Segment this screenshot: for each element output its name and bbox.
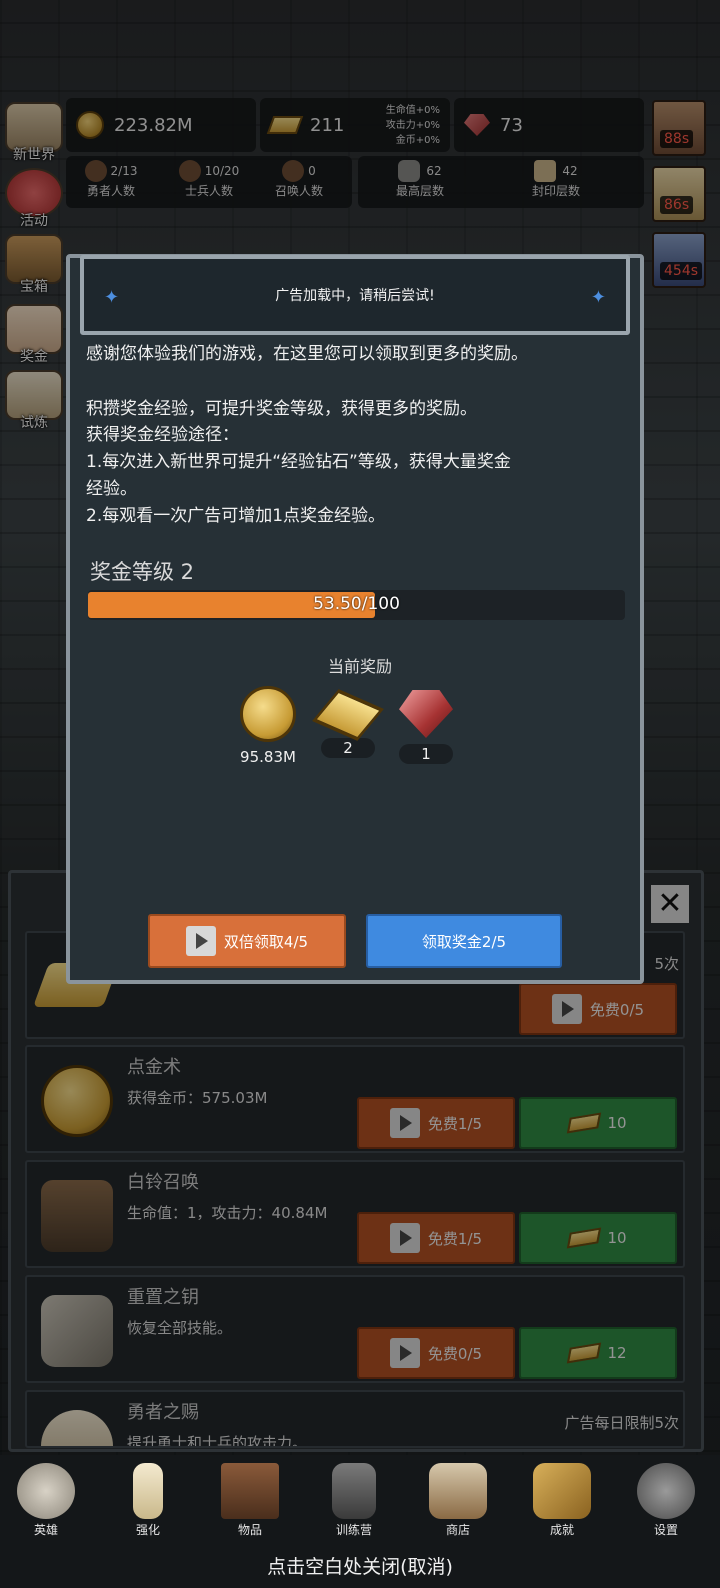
info-line-4: 经验。: [86, 479, 137, 499]
double-claim-button[interactable]: 双倍领取4/5: [148, 914, 346, 968]
nav-items[interactable]: 物品: [208, 1463, 292, 1538]
star-icon: ✦: [590, 287, 606, 308]
key-icon: [533, 1463, 591, 1519]
gear-icon: [637, 1463, 695, 1519]
nav-settings[interactable]: 设置: [624, 1463, 708, 1538]
reward-gem: 1: [386, 686, 466, 764]
star-icon: ✦: [104, 287, 120, 308]
nav-upgrade[interactable]: 强化: [106, 1463, 190, 1538]
red-gem-icon: [399, 690, 453, 738]
gold-coin-icon: [240, 686, 296, 742]
nav-hero[interactable]: 英雄: [4, 1463, 88, 1538]
close-hint[interactable]: 点击空白处关闭(取消): [0, 1552, 720, 1579]
progress-text: 53.50/100: [313, 594, 400, 614]
book-icon: [221, 1463, 279, 1519]
bonus-level-title: 奖金等级 2: [90, 560, 195, 584]
intro-text: 感谢您体验我们的游戏，在这里您可以领取到更多的奖励。: [86, 344, 528, 364]
info-line-3: 1.每次进入新世界可提升“经验钻石”等级，获得大量奖金: [86, 452, 511, 472]
skull-icon: [17, 1463, 75, 1519]
nav-shop[interactable]: 商店: [416, 1463, 500, 1538]
gold-bar-icon: [312, 689, 384, 741]
reward-gold: 95.83M: [228, 686, 308, 766]
candle-icon: [133, 1463, 163, 1519]
info-line-1: 积攒奖金经验，可提升奖金等级，获得更多的奖励。: [86, 399, 477, 419]
info-line-2: 获得奖金经验途径：: [86, 425, 239, 445]
nav-achievement[interactable]: 成就: [520, 1463, 604, 1538]
reward-gold-bar: 2: [308, 686, 388, 758]
nav-training[interactable]: 训练营: [312, 1463, 396, 1538]
mug-icon: [429, 1463, 487, 1519]
reward-heading: 当前奖励: [327, 657, 392, 676]
lantern-icon: [332, 1463, 376, 1519]
claim-bonus-button[interactable]: 领取奖金2/5: [366, 914, 562, 968]
ad-loading-toast: ✦ 广告加载中，请稍后尝试! ✦: [80, 255, 630, 335]
bonus-progress-bar: 53.50/100: [88, 590, 625, 620]
info-line-5: 2.每观看一次广告可增加1点奖金经验。: [86, 506, 386, 526]
video-icon: [185, 926, 216, 956]
